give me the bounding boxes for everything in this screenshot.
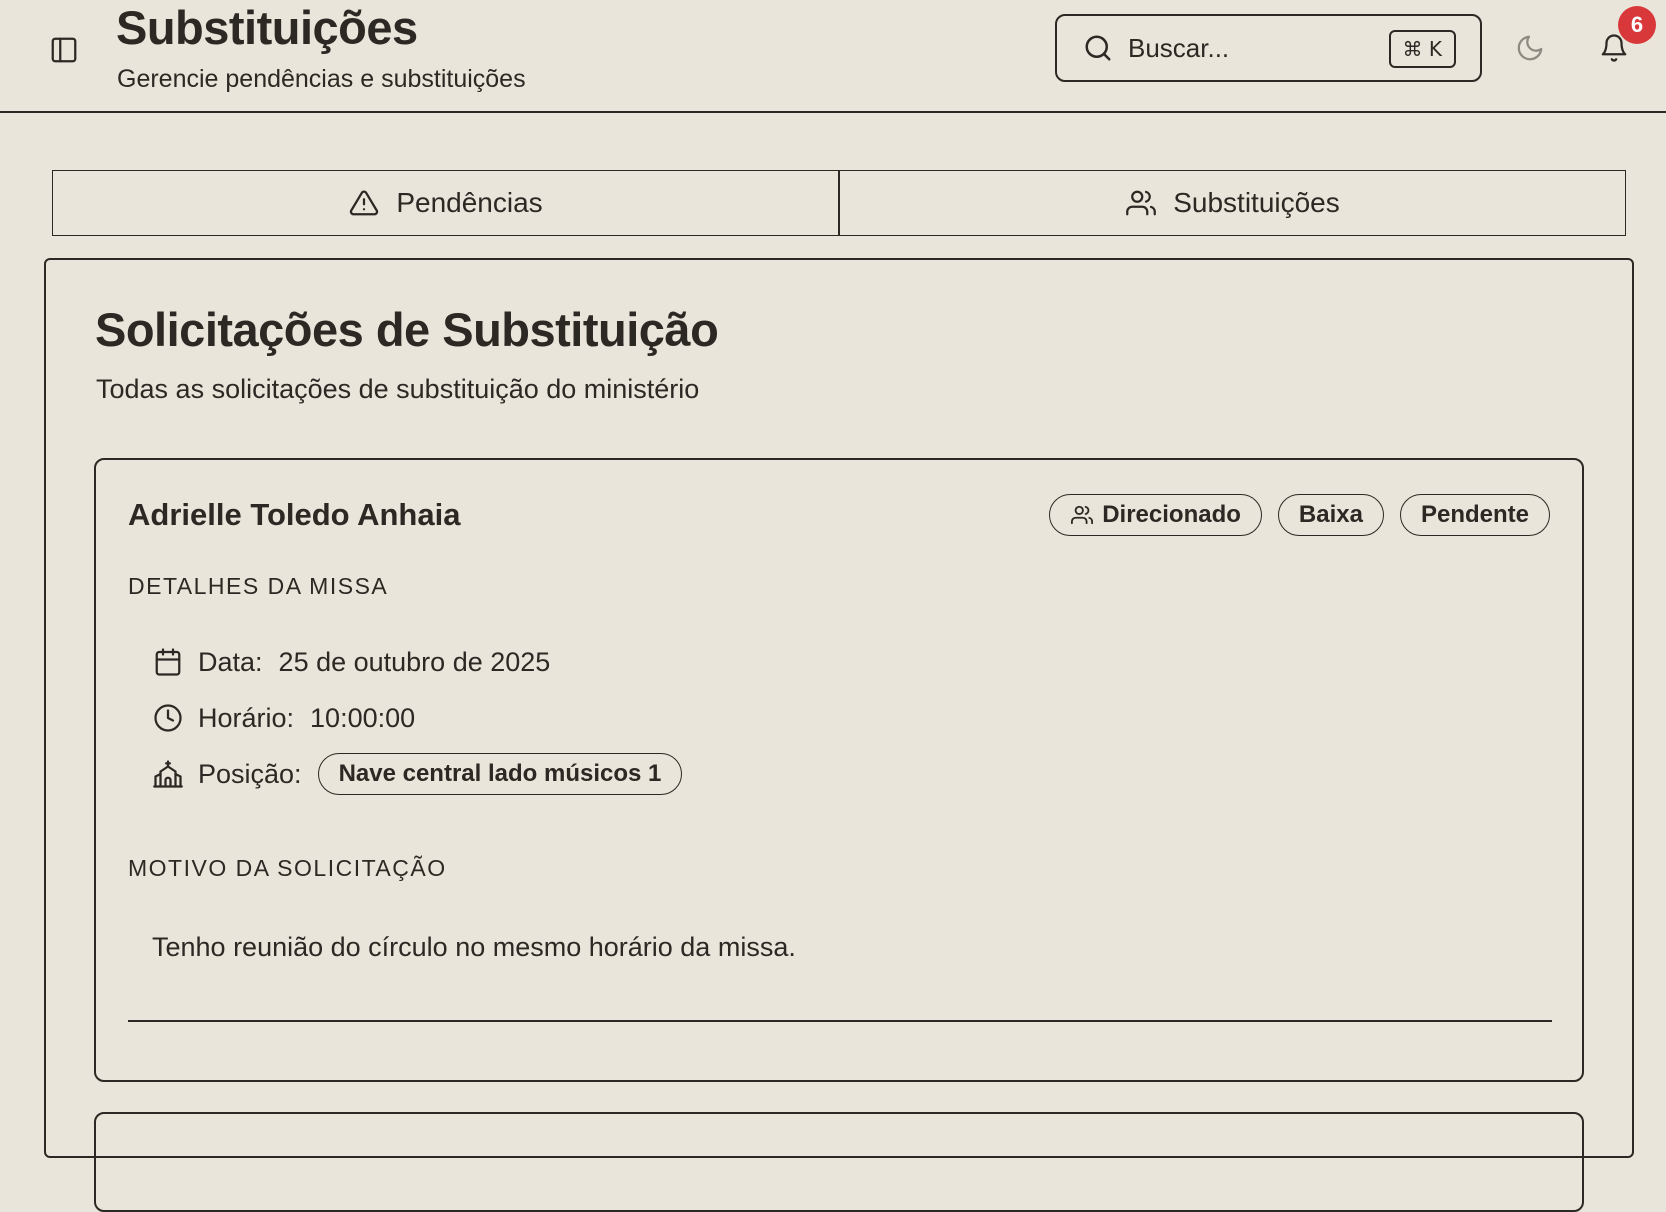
time-row: Horário: 10:00:00 xyxy=(152,698,415,738)
tab-substituicoes[interactable]: Substituições xyxy=(839,170,1626,236)
mass-details-heading: DETALHES DA MISSA xyxy=(128,573,389,599)
top-header: Substituições Gerencie pendências e subs… xyxy=(0,0,1666,113)
priority-badge: Baixa xyxy=(1277,494,1384,536)
sidebar-icon xyxy=(51,37,77,63)
requester-name: Adrielle Toledo Anhaia xyxy=(128,497,461,532)
request-card xyxy=(94,1112,1584,1212)
search-shortcut-hint: ⌘ K xyxy=(1388,30,1456,68)
position-row: Posição: Nave central lado músicos 1 xyxy=(152,753,683,795)
calendar-icon xyxy=(152,646,184,678)
church-icon xyxy=(152,758,184,790)
position-label: Posição: xyxy=(198,758,302,789)
date-row: Data: 25 de outubro de 2025 xyxy=(152,642,550,682)
page-subtitle: Gerencie pendências e substituições xyxy=(117,65,526,93)
clock-icon xyxy=(152,702,184,734)
tab-pendencias[interactable]: Pendências xyxy=(52,170,839,236)
request-badges: Direcionado Baixa Pendente xyxy=(1049,494,1550,536)
search-box[interactable]: ⌘ K xyxy=(1055,14,1482,82)
search-icon xyxy=(1082,32,1114,64)
tab-bar: Pendências Substituições xyxy=(52,170,1626,236)
alert-triangle-icon xyxy=(348,187,380,219)
reason-heading: MOTIVO DA SOLICITAÇÃO xyxy=(128,855,447,881)
time-value: 10:00:00 xyxy=(310,702,416,733)
notification-count-badge: 6 xyxy=(1618,6,1656,44)
theme-toggle-button[interactable] xyxy=(1512,30,1548,66)
panel-subtitle: Todas as solicitações de substituição do… xyxy=(96,374,700,404)
status-badge: Pendente xyxy=(1399,494,1550,536)
search-input[interactable] xyxy=(1128,32,1378,64)
reason-text: Tenho reunião do círculo no mesmo horári… xyxy=(152,932,796,962)
request-card: Adrielle Toledo Anhaia Direcionado Baixa… xyxy=(94,458,1584,1082)
badge-label: Direcionado xyxy=(1102,501,1241,528)
date-value: 25 de outubro de 2025 xyxy=(278,646,551,677)
sidebar-toggle-button[interactable] xyxy=(46,32,82,68)
moon-icon xyxy=(1517,35,1543,61)
time-label: Horário: xyxy=(198,702,295,733)
substitution-requests-panel: Solicitações de Substituição Todas as so… xyxy=(44,258,1634,1212)
users-icon xyxy=(1070,503,1094,527)
tab-label: Pendências xyxy=(396,187,543,218)
panel-title: Solicitações de Substituição xyxy=(95,303,719,356)
tab-label: Substituições xyxy=(1173,187,1340,218)
users-icon xyxy=(1125,187,1157,219)
directed-badge: Direcionado xyxy=(1049,494,1262,536)
card-divider xyxy=(128,1020,1552,1022)
date-label: Data: xyxy=(198,646,263,677)
page-title: Substituições xyxy=(116,1,418,54)
position-badge: Nave central lado músicos 1 xyxy=(317,753,683,795)
